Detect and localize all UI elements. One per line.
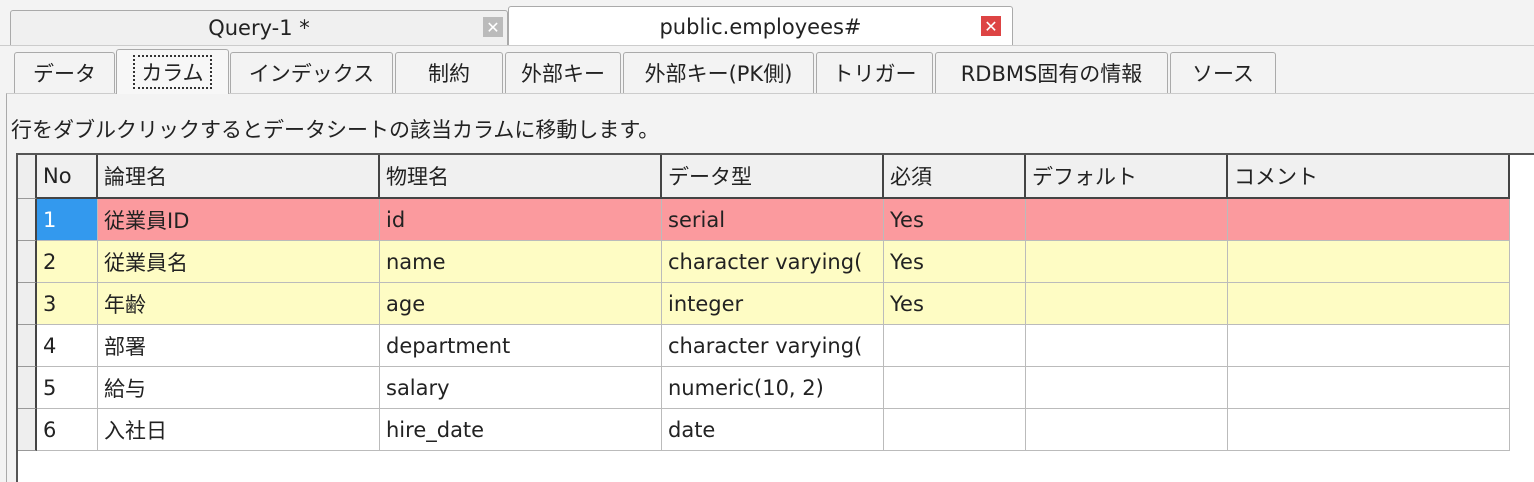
table-cell[interactable] bbox=[1228, 325, 1510, 367]
table-cell[interactable] bbox=[1228, 241, 1510, 283]
table-cell[interactable]: department bbox=[380, 325, 662, 367]
table-cell[interactable]: Yes bbox=[884, 283, 1026, 325]
table-cell[interactable] bbox=[1228, 409, 1510, 451]
column-header[interactable]: 必須 bbox=[884, 155, 1026, 199]
table-cell[interactable] bbox=[1026, 241, 1228, 283]
close-icon[interactable]: ✕ bbox=[483, 17, 503, 37]
subtab-label: インデックス bbox=[248, 62, 375, 86]
close-icon[interactable]: ✕ bbox=[981, 16, 1001, 36]
column-header[interactable]: 物理名 bbox=[380, 155, 662, 199]
table-cell[interactable]: 給与 bbox=[98, 367, 380, 409]
table-cell[interactable] bbox=[1228, 283, 1510, 325]
table-cell[interactable]: date bbox=[662, 409, 884, 451]
table-cell[interactable] bbox=[1228, 199, 1510, 241]
tab-query-1[interactable]: Query-1 * ✕ bbox=[10, 10, 508, 45]
table-cell[interactable] bbox=[884, 367, 1026, 409]
tab-bar-divider bbox=[0, 45, 1534, 46]
table-cell[interactable]: numeric(10, 2) bbox=[662, 367, 884, 409]
table-cell[interactable] bbox=[1026, 283, 1228, 325]
table-cell[interactable]: id bbox=[380, 199, 662, 241]
table-cell[interactable] bbox=[1228, 367, 1510, 409]
tab-label: Query-1 * bbox=[208, 16, 310, 40]
subtab-foreign-keys-pk[interactable]: 外部キー(PK側) bbox=[623, 52, 814, 93]
subtab-data[interactable]: データ bbox=[14, 52, 115, 93]
table-cell[interactable]: Yes bbox=[884, 199, 1026, 241]
row-header[interactable] bbox=[18, 199, 37, 241]
table-cell[interactable]: age bbox=[380, 283, 662, 325]
columns-grid[interactable]: No 論理名 物理名 データ型 必須 デフォルト コメント 1 従業員ID id serial Yes… bbox=[16, 153, 1534, 482]
subtab-foreign-keys[interactable]: 外部キー bbox=[505, 52, 621, 93]
row-header[interactable] bbox=[18, 283, 37, 325]
table-cell[interactable]: serial bbox=[662, 199, 884, 241]
column-header[interactable]: デフォルト bbox=[1026, 155, 1228, 199]
table-cell[interactable]: 入社日 bbox=[98, 409, 380, 451]
row-header[interactable] bbox=[18, 241, 37, 283]
info-text: 行をダブルクリックするとデータシートの該当カラムに移動します。 bbox=[11, 118, 660, 142]
table-cell[interactable]: integer bbox=[662, 283, 884, 325]
table-cell[interactable]: 年齢 bbox=[98, 283, 380, 325]
column-header[interactable]: No bbox=[37, 155, 98, 199]
table-cell[interactable]: salary bbox=[380, 367, 662, 409]
table-cell[interactable]: 5 bbox=[37, 367, 98, 409]
subtab-columns[interactable]: カラム bbox=[116, 49, 229, 94]
table-cell[interactable]: name bbox=[380, 241, 662, 283]
column-header[interactable]: データ型 bbox=[662, 155, 884, 199]
table-cell[interactable]: 従業員名 bbox=[98, 241, 380, 283]
subtab-label: ソース bbox=[1192, 62, 1254, 86]
table-cell[interactable] bbox=[1026, 325, 1228, 367]
table-cell[interactable]: 2 bbox=[37, 241, 98, 283]
table-cell[interactable] bbox=[1026, 199, 1228, 241]
table-cell[interactable]: 部署 bbox=[98, 325, 380, 367]
table-cell[interactable] bbox=[884, 325, 1026, 367]
subtab-label: 外部キー(PK側) bbox=[644, 62, 793, 86]
subtab-label: 制約 bbox=[428, 62, 470, 86]
grid-corner[interactable] bbox=[18, 155, 37, 199]
row-header[interactable] bbox=[18, 325, 37, 367]
table-cell[interactable] bbox=[884, 409, 1026, 451]
subtab-label: カラム bbox=[133, 55, 212, 89]
table-cell[interactable]: Yes bbox=[884, 241, 1026, 283]
row-header[interactable] bbox=[18, 367, 37, 409]
subtab-label: 外部キー bbox=[521, 62, 605, 86]
tab-label: public.employees# bbox=[659, 14, 862, 39]
column-header[interactable]: コメント bbox=[1228, 155, 1510, 199]
subtab-label: トリガー bbox=[832, 62, 917, 86]
table-cell[interactable]: character varying( bbox=[662, 325, 884, 367]
subtab-rdbms-info[interactable]: RDBMS固有の情報 bbox=[935, 52, 1168, 93]
table-cell[interactable]: hire_date bbox=[380, 409, 662, 451]
table-cell[interactable] bbox=[1026, 409, 1228, 451]
subtab-constraints[interactable]: 制約 bbox=[395, 52, 503, 93]
table-cell[interactable]: 従業員ID bbox=[98, 199, 380, 241]
table-cell[interactable]: 6 bbox=[37, 409, 98, 451]
row-header[interactable] bbox=[18, 409, 37, 451]
table-cell[interactable]: 3 bbox=[37, 283, 98, 325]
tab-public-employees[interactable]: public.employees# ✕ bbox=[508, 6, 1013, 46]
subtab-label: RDBMS固有の情報 bbox=[960, 62, 1143, 86]
subtab-source[interactable]: ソース bbox=[1170, 52, 1276, 93]
table-cell[interactable]: character varying( bbox=[662, 241, 884, 283]
table-cell[interactable]: 4 bbox=[37, 325, 98, 367]
table-cell[interactable] bbox=[1026, 367, 1228, 409]
subtab-indexes[interactable]: インデックス bbox=[230, 52, 393, 93]
column-header[interactable]: 論理名 bbox=[98, 155, 380, 199]
table-cell[interactable]: 1 bbox=[37, 199, 98, 241]
subtab-label: データ bbox=[33, 62, 96, 86]
subtab-triggers[interactable]: トリガー bbox=[816, 52, 933, 93]
